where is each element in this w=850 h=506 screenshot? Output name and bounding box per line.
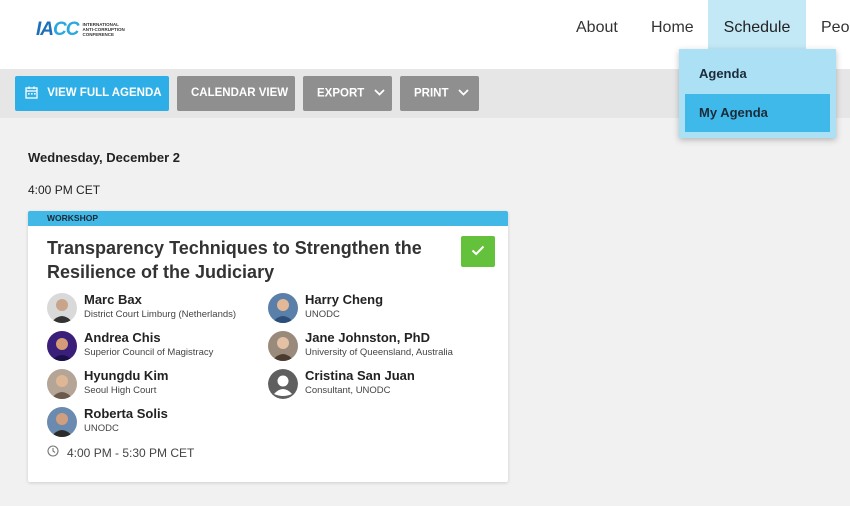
speaker-avatar xyxy=(47,293,77,323)
session-type-tag: WORKSHOP xyxy=(28,211,508,226)
checkmark-icon xyxy=(471,243,485,261)
export-label: EXPORT xyxy=(317,87,365,100)
speaker-name: Harry Cheng xyxy=(305,292,384,307)
clock-icon xyxy=(47,445,67,460)
speaker-name: Roberta Solis xyxy=(84,406,168,421)
time-slot-heading: 4:00 PM CET xyxy=(28,183,101,197)
chevron-down-icon xyxy=(458,76,469,111)
speaker-name: Jane Johnston, PhD xyxy=(305,330,430,345)
logo-text: International Anti-Corruption Conference xyxy=(82,22,125,37)
view-full-agenda-label: VIEW FULL AGENDA xyxy=(47,87,162,99)
print-button[interactable]: PRINT xyxy=(400,76,479,111)
chevron-down-icon xyxy=(373,76,385,111)
logo-mark: IACC xyxy=(36,19,79,40)
speaker-organization: Seoul High Court xyxy=(84,385,157,396)
iacc-logo[interactable]: IACC International Anti-Corruption Confe… xyxy=(36,20,125,39)
speaker-name: Hyungdu Kim xyxy=(84,368,169,383)
speaker-name: Cristina San Juan xyxy=(305,368,415,383)
dropdown-item-my-agenda[interactable]: My Agenda xyxy=(685,94,830,132)
day-heading: Wednesday, December 2 xyxy=(28,150,180,165)
view-full-agenda-button[interactable]: VIEW FULL AGENDA xyxy=(15,76,169,111)
speaker-avatar xyxy=(268,331,298,361)
session-time-text: 4:00 PM - 5:30 PM CET xyxy=(67,445,195,460)
session-title[interactable]: Transparency Techniques to Strengthen th… xyxy=(47,236,457,284)
speaker-avatar xyxy=(47,369,77,399)
export-button[interactable]: EXPORT xyxy=(303,76,392,111)
session-card[interactable]: WORKSHOP Transparency Techniques to Stre… xyxy=(28,211,508,482)
nav-about[interactable]: About xyxy=(576,0,618,69)
speaker-avatar xyxy=(47,331,77,361)
speaker-organization: District Court Limburg (Netherlands) xyxy=(84,309,237,320)
speaker-avatar xyxy=(47,407,77,437)
speaker-organization: UNODC xyxy=(84,423,119,434)
default-avatar-icon xyxy=(268,369,298,399)
add-to-agenda-button[interactable] xyxy=(461,236,495,267)
session-time-range: 4:00 PM - 5:30 PM CET xyxy=(47,445,194,460)
speaker-avatar xyxy=(268,293,298,323)
calendar-icon xyxy=(25,86,41,100)
speaker-name: Marc Bax xyxy=(84,292,142,307)
schedule-dropdown-menu: Agenda My Agenda xyxy=(679,49,836,138)
speaker-organization: Superior Council of Magistracy xyxy=(84,347,214,358)
speaker-organization: UNODC xyxy=(305,309,340,320)
print-label: PRINT xyxy=(414,87,449,100)
speaker-organization: University of Queensland, Australia xyxy=(305,347,453,358)
dropdown-item-agenda[interactable]: Agenda xyxy=(685,55,830,93)
speaker-organization: Consultant, UNODC xyxy=(305,385,391,396)
speaker-name: Andrea Chis xyxy=(84,330,161,345)
calendar-view-button[interactable]: CALENDAR VIEW xyxy=(177,76,295,111)
